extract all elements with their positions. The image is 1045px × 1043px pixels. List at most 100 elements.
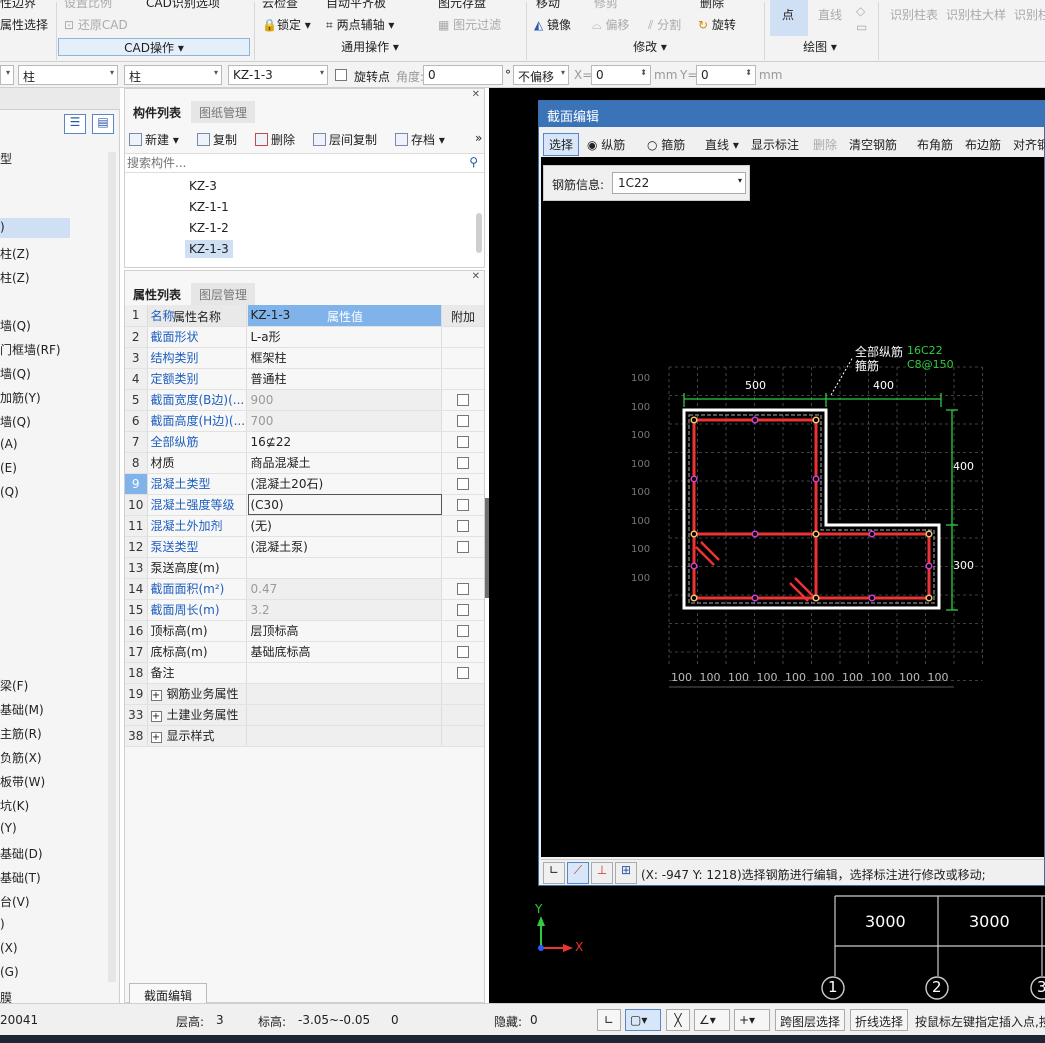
cloud-check-button[interactable]: 云检查 xyxy=(262,0,298,11)
tree-item[interactable]: 基础(T) xyxy=(0,869,41,886)
property-value[interactable]: 基础底标高 xyxy=(246,641,442,663)
tree-scrollbar[interactable] xyxy=(108,152,116,982)
angle-input[interactable]: 0 xyxy=(423,65,503,85)
clear-rebar-button[interactable]: 清空钢筋 xyxy=(849,136,897,153)
add-checkbox[interactable] xyxy=(456,414,469,427)
tree-item[interactable]: 坑(K) xyxy=(0,797,29,814)
tree-item[interactable]: ) xyxy=(0,917,5,931)
expand-icon[interactable]: + xyxy=(150,732,162,743)
property-row[interactable]: 6 截面高度(H边)(... 700 xyxy=(125,410,484,432)
tree-item[interactable]: (Q) xyxy=(0,485,19,499)
x-offset-input[interactable]: 0 ⬍ xyxy=(591,65,651,85)
property-row[interactable]: 15 截面周长(m) 3.2 xyxy=(125,599,484,621)
polyline-select-button[interactable]: 折线选择 xyxy=(850,1009,909,1031)
tree-item[interactable]: 基础(M) xyxy=(0,701,44,718)
layer-save-button[interactable]: 图元存盘 xyxy=(438,0,486,11)
cross-layer-select-button[interactable]: 跨图层选择 xyxy=(775,1009,846,1031)
add-checkbox[interactable] xyxy=(456,477,469,490)
show-annotation-button[interactable]: 显示标注 xyxy=(751,136,799,153)
tree-selected-row[interactable] xyxy=(0,218,70,238)
rotate-point-checkbox[interactable] xyxy=(335,69,347,81)
close-panel-icon[interactable]: ✕ xyxy=(472,271,480,282)
restore-cad-button[interactable]: ⊡ 还原CAD xyxy=(64,16,128,33)
delete-rebar-button[interactable]: 删除 xyxy=(813,136,837,153)
property-value[interactable]: 商品混凝土 xyxy=(246,452,442,474)
copy-component-button[interactable]: 复制 xyxy=(197,131,237,148)
tree-item[interactable]: 负筋(X) xyxy=(0,749,42,766)
property-row[interactable]: 1 名称 KZ-1-3 xyxy=(125,305,484,327)
rect-tool-icon[interactable]: ▭ xyxy=(856,20,867,34)
draw-group[interactable]: 绘图 ▾ xyxy=(780,38,860,56)
floor-copy-button[interactable]: 层间复制 xyxy=(313,131,377,148)
list-view-icon[interactable]: ☰ xyxy=(64,114,86,134)
type-combo[interactable]: 柱 ▾ xyxy=(124,65,222,85)
delete-ribbon-button[interactable]: 删除 xyxy=(700,0,724,11)
angle-snap-icon[interactable]: ∠▾ xyxy=(694,1009,730,1031)
mirror-button[interactable]: ◭ 镜像 xyxy=(534,16,571,33)
dim-right-top[interactable]: 400 xyxy=(953,460,974,473)
more-tools-icon[interactable]: » xyxy=(475,131,482,145)
tree-item[interactable]: (Y) xyxy=(0,821,17,835)
tree-item[interactable]: 柱(Z) xyxy=(0,245,30,262)
tab-layer-manager[interactable]: 图层管理 xyxy=(191,283,256,305)
property-value[interactable]: 700 xyxy=(246,410,442,432)
identify-col-button[interactable]: 识别柱 xyxy=(1014,6,1045,23)
search-bar[interactable]: ⚲ xyxy=(125,153,484,173)
property-value[interactable]: 0.47 xyxy=(246,578,442,600)
line-button[interactable]: 直线 ▾ xyxy=(705,136,739,153)
property-row[interactable]: 5 截面宽度(B边)(... 900 xyxy=(125,389,484,411)
identify-table-button[interactable]: 识别柱表 xyxy=(890,6,938,23)
property-value[interactable]: 900 xyxy=(246,389,442,411)
filter-button[interactable]: ▦ 图元过滤 xyxy=(438,16,501,33)
add-checkbox[interactable] xyxy=(456,498,469,511)
identify-detail-button[interactable]: 识别柱大样 xyxy=(946,6,1006,23)
offset-button[interactable]: ⌓ 偏移 xyxy=(592,16,629,33)
dim-right-bottom[interactable]: 300 xyxy=(953,559,974,572)
property-row[interactable]: 2 截面形状 L-a形 xyxy=(125,326,484,348)
property-value[interactable]: (无) xyxy=(246,515,442,537)
tree-item[interactable]: (A) xyxy=(0,437,18,451)
offset-combo[interactable]: 不偏移 ▾ xyxy=(513,65,569,85)
tree-item[interactable]: 墙(Q) xyxy=(0,413,31,430)
tree-item[interactable]: 基础(D) xyxy=(0,845,43,862)
rotate-button[interactable]: ↻ 旋转 xyxy=(698,16,736,33)
property-row[interactable]: 38 + 显示样式 xyxy=(125,725,484,747)
attr-select-button[interactable]: 属性选择 xyxy=(0,16,48,33)
property-value[interactable]: 3.2 xyxy=(246,599,442,621)
shape-tool-icon[interactable]: ◇ xyxy=(856,4,865,18)
general-ops-group[interactable]: 通用操作 ▾ xyxy=(300,38,440,56)
property-value[interactable]: 普通柱 xyxy=(246,368,442,390)
ortho-icon[interactable]: ∟ xyxy=(543,862,565,884)
tree-item[interactable]: (G) xyxy=(0,965,19,979)
add-checkbox[interactable] xyxy=(456,582,469,595)
component-combo[interactable]: KZ-1-3 ▾ xyxy=(228,65,328,85)
property-value[interactable]: 16⊈22 xyxy=(246,431,442,453)
property-row[interactable]: 14 截面面积(m²) 0.47 xyxy=(125,578,484,600)
property-value[interactable]: 框架柱 xyxy=(246,347,442,369)
select-mode-icon[interactable]: ▢▾ xyxy=(625,1009,661,1031)
tree-item[interactable]: 墙(Q) xyxy=(0,317,31,334)
tree-item[interactable]: 门框墙(RF) xyxy=(0,341,61,358)
property-row[interactable]: 33 + 土建业务属性 xyxy=(125,704,484,726)
add-checkbox[interactable] xyxy=(456,645,469,658)
category-combo[interactable]: 柱 ▾ xyxy=(18,65,118,85)
property-value[interactable] xyxy=(246,704,442,726)
tab-drawing-manager[interactable]: 图纸管理 xyxy=(191,101,256,123)
tree-item[interactable]: (E) xyxy=(0,461,17,475)
property-value[interactable]: KZ-1-3 xyxy=(246,305,442,327)
ortho-toggle-icon[interactable]: ∟ xyxy=(597,1009,621,1031)
snap-icon[interactable]: ⟋ xyxy=(567,862,589,884)
component-list-item[interactable]: KZ-1-2 xyxy=(185,219,233,237)
tree-item[interactable]: 板带(W) xyxy=(0,773,45,790)
split-button[interactable]: ⫽ 分割 xyxy=(648,16,681,33)
expand-icon[interactable]: + xyxy=(150,690,162,701)
add-checkbox[interactable] xyxy=(456,540,469,553)
property-row[interactable]: 8 材质 商品混凝土 xyxy=(125,452,484,474)
component-list-item[interactable]: KZ-1-3 xyxy=(185,240,233,258)
property-value[interactable] xyxy=(246,725,442,747)
tree-item[interactable]: 柱(Z) xyxy=(0,269,30,286)
component-search-input[interactable] xyxy=(127,155,457,171)
align-rebar-button[interactable]: 对齐钢 xyxy=(1013,136,1045,153)
property-row[interactable]: 16 顶标高(m) 层顶标高 xyxy=(125,620,484,642)
perpendicular-icon[interactable]: ⊥ xyxy=(591,862,613,884)
